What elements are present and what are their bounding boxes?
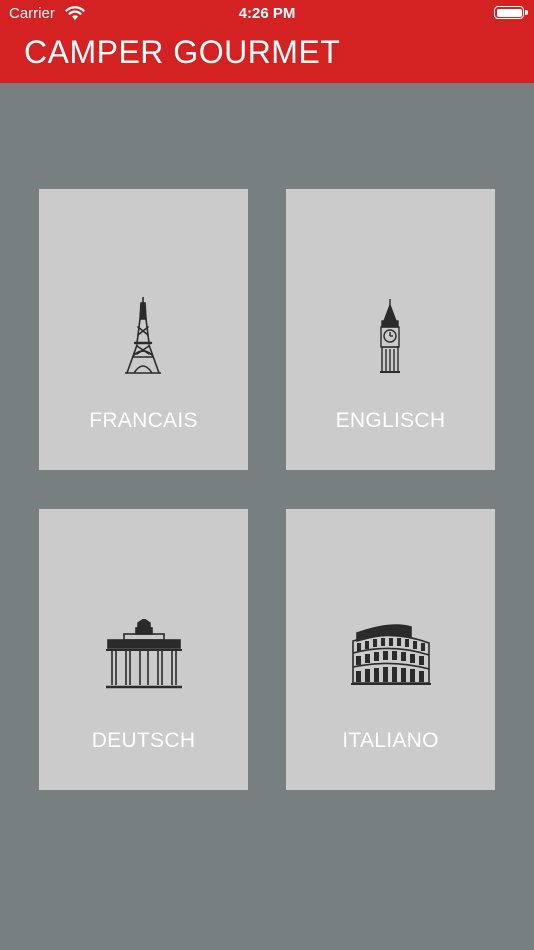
- language-tile-deutsch[interactable]: DEUTSCH: [39, 509, 248, 790]
- eiffel-tower-icon: [125, 297, 161, 374]
- language-tile-italiano[interactable]: ITALIANO: [286, 509, 495, 790]
- colosseum-icon: [351, 624, 431, 685]
- big-ben-icon: [380, 299, 400, 373]
- status-bar: Carrier 4:26 PM: [0, 0, 534, 28]
- battery-icon: [494, 6, 524, 19]
- language-label: DEUTSCH: [91, 729, 196, 752]
- clock: 4:26 PM: [238, 5, 296, 22]
- language-tile-francais[interactable]: FRANCAIS: [39, 189, 248, 470]
- language-label: ENGLISCH: [335, 409, 446, 432]
- language-tile-englisch[interactable]: ENGLISCH: [286, 189, 495, 470]
- app-title: CAMPER GOURMET: [24, 34, 341, 70]
- brandenburg-gate-icon: [106, 619, 182, 689]
- language-label: ITALIANO: [342, 729, 439, 752]
- battery-tip: [525, 10, 528, 15]
- language-label: FRANCAIS: [89, 409, 198, 432]
- app-header: Carrier 4:26 PM CAMPER GOURMET: [0, 0, 534, 83]
